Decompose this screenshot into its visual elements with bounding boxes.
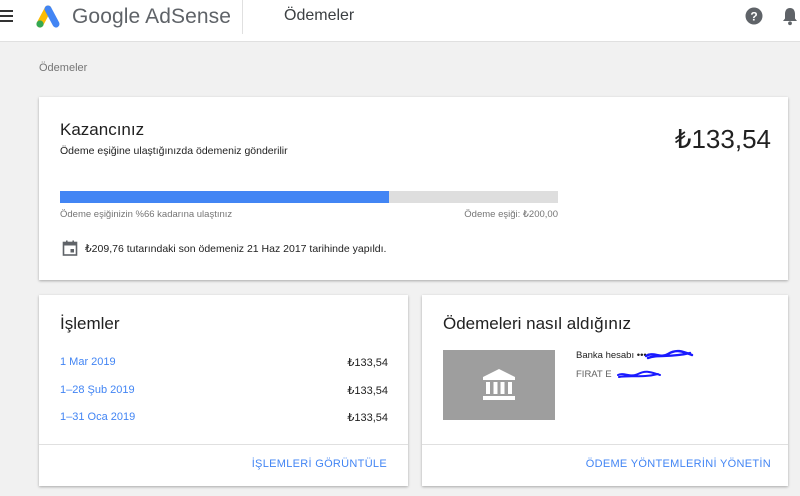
card-divider <box>39 444 408 445</box>
bank-name: FIRAT E <box>576 369 612 380</box>
transactions-title: İşlemler <box>60 314 120 333</box>
page-title: Ödemeler <box>284 7 355 24</box>
earnings-card: Kazancınız Ödeme eşiğine ulaştığınızda ö… <box>39 97 788 280</box>
notifications-bell-icon[interactable] <box>781 6 799 26</box>
threshold-progress-fill <box>60 191 389 203</box>
breadcrumb[interactable]: Ödemeler <box>39 62 87 74</box>
earnings-title: Kazancınız <box>60 120 145 139</box>
transaction-row: 1 Mar 2019 ₺133,54 <box>60 356 388 372</box>
transaction-date-link[interactable]: 1–28 Şub 2019 <box>60 384 135 396</box>
progress-label: Ödeme eşiğinizin %66 kadarına ulaştınız <box>60 209 233 220</box>
bank-image <box>443 350 555 420</box>
redaction-scribble <box>617 370 661 378</box>
transaction-date-link[interactable]: 1–31 Oca 2019 <box>60 411 135 423</box>
card-divider <box>422 444 788 445</box>
calendar-icon <box>62 240 78 256</box>
bank-icon <box>483 369 515 400</box>
top-app-bar: Google AdSense Ödemeler ? <box>0 0 800 42</box>
transaction-amount: ₺133,54 <box>347 385 388 397</box>
last-payment-text: ₺209,76 tutarındaki son ödemeniz 21 Haz … <box>85 243 387 255</box>
help-icon[interactable]: ? <box>745 7 763 25</box>
payment-method-card: Ödemeleri nasıl aldığınız Banka hesabı •… <box>422 295 788 486</box>
manage-payment-methods-button[interactable]: ÖDEME YÖNTEMLERİNİ YÖNETİN <box>586 458 771 470</box>
transaction-row: 1–28 Şub 2019 ₺133,54 <box>60 384 388 400</box>
adsense-logo-icon[interactable] <box>33 3 63 29</box>
transaction-amount: ₺133,54 <box>347 357 388 369</box>
threshold-progress-bar <box>60 191 558 203</box>
redaction-scribble <box>644 349 694 360</box>
brand-name: Google AdSense <box>72 5 232 28</box>
transaction-amount: ₺133,54 <box>347 412 388 424</box>
menu-icon[interactable] <box>0 10 16 24</box>
transactions-card: İşlemler 1 Mar 2019 ₺133,54 1–28 Şub 201… <box>39 295 408 486</box>
header-divider <box>242 0 243 34</box>
transaction-date-link[interactable]: 1 Mar 2019 <box>60 356 116 368</box>
transaction-row: 1–31 Oca 2019 ₺133,54 <box>60 411 388 427</box>
bank-account-label: Banka hesabı •••• <box>576 350 651 361</box>
threshold-label: Ödeme eşiği: ₺200,00 <box>464 209 558 220</box>
payment-method-title: Ödemeleri nasıl aldığınız <box>443 314 632 333</box>
earnings-amount: ₺133,54 <box>674 124 771 154</box>
view-transactions-button[interactable]: İŞLEMLERİ GÖRÜNTÜLE <box>252 458 387 470</box>
earnings-subtitle: Ödeme eşiğine ulaştığınızda ödemeniz gön… <box>60 145 288 157</box>
svg-text:?: ? <box>750 10 757 24</box>
